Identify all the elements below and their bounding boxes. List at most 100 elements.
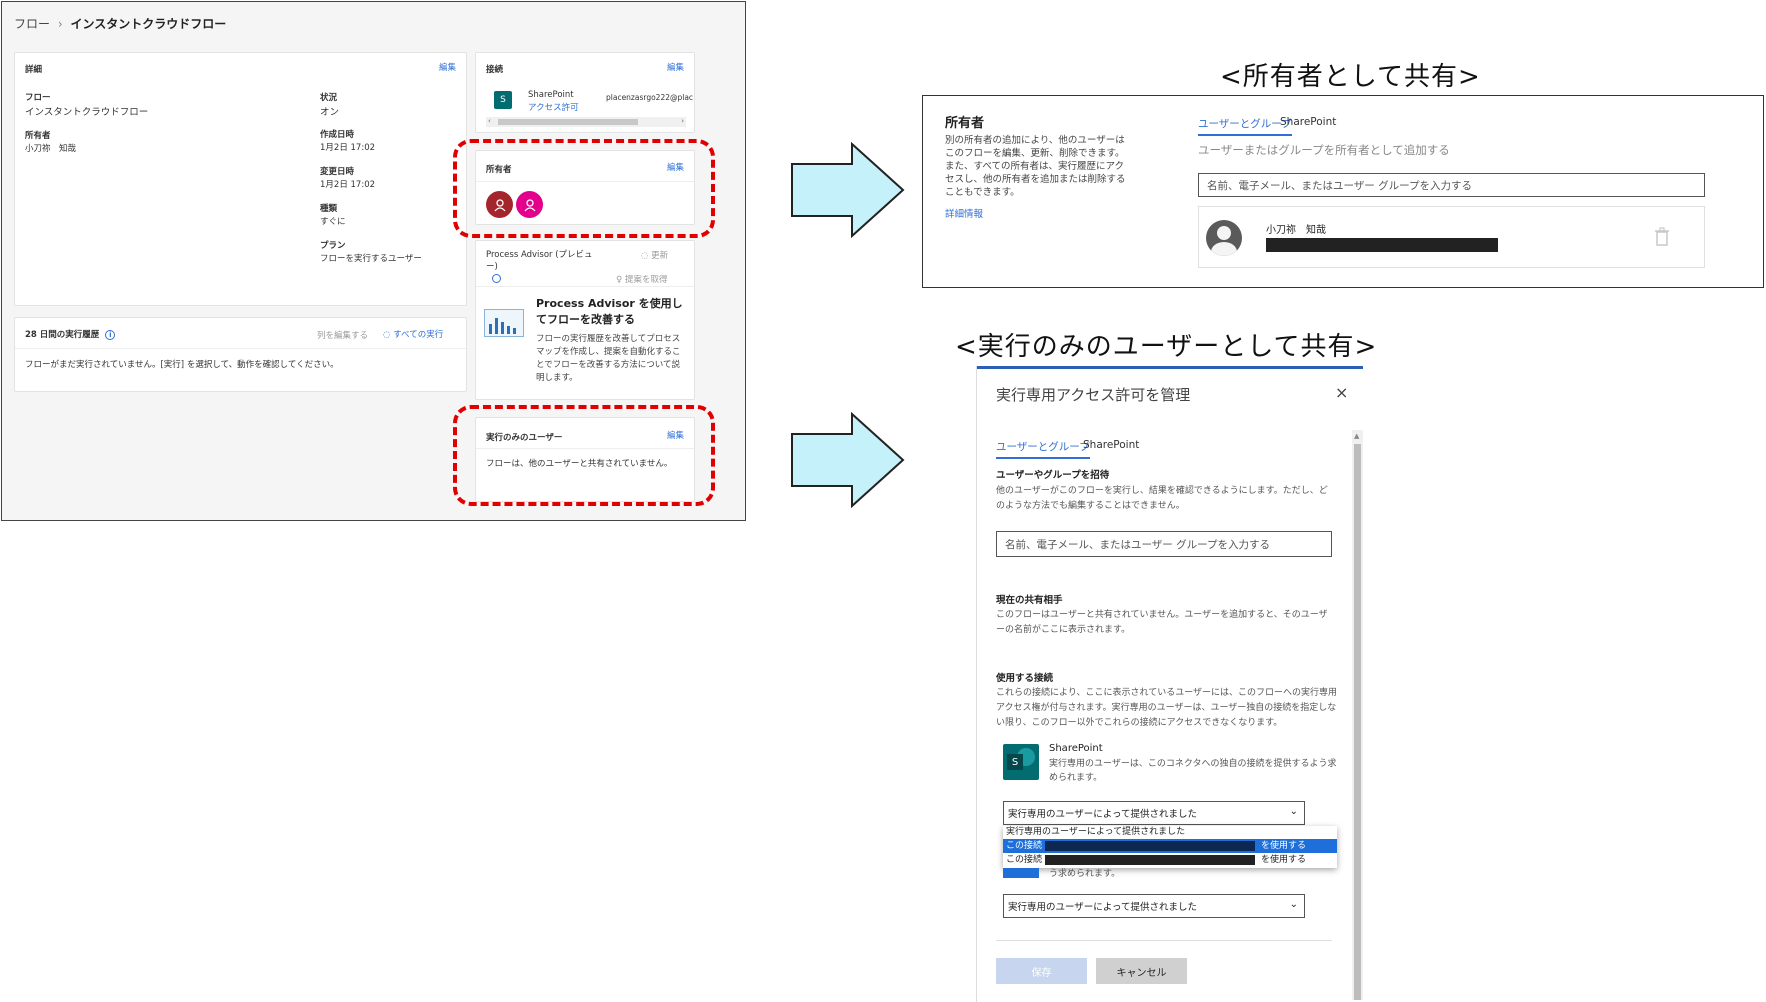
run-history-card: 28 日間の実行履歴 i 列を編集する ◌ すべての実行 フローがまだ実行されて… [14,317,467,392]
permission-link[interactable]: アクセス許可 [528,101,579,113]
type-value: すぐに [320,217,346,227]
connections-title: 接続 [486,65,504,75]
close-icon[interactable]: × [1335,383,1348,402]
sharepoint-icon: S [494,91,512,109]
info-icon: i [105,330,116,340]
panel-title: 実行専用アクセス許可を管理 [996,386,1191,404]
shared-title: 現在の共有相手 [996,595,1063,606]
process-advisor-title: Process Advisor (プレビュー) [486,250,593,272]
connections-card: 接続 編集 S SharePoint アクセス許可 placenzasrgo22… [475,52,695,133]
promo-body: フローの実行履歴を改善してプロセス マップを作成し、提案を自動化することでフロー… [536,334,681,383]
details-title: 詳細 [25,65,43,75]
redacted-account [1045,841,1255,851]
owner-user-row: 小刀祢 知哉 [1198,206,1705,268]
invite-title: ユーザーやグループを招待 [996,470,1110,481]
created-value: 1月2日 17:02 [320,143,376,153]
connections-edit-link[interactable]: 編集 [667,61,684,73]
run-only-highlight [453,405,715,506]
breadcrumb: フロー › インスタントクラウドフロー [14,15,226,32]
dropdown-option-this-connection[interactable]: この接続 ( を使用する [1003,853,1337,867]
redacted-account [1045,855,1255,865]
invite-description: 他のユーザーがこのフローを実行し、結果を確認できるようにします。ただし、どのよう… [996,486,1328,511]
breadcrumb-current: インスタントクラウドフロー [70,17,227,31]
owner-add-hint: ユーザーまたはグループを所有者として追加する [1198,143,1450,157]
scroll-right-icon[interactable]: › [681,117,684,125]
all-runs-link[interactable]: ◌ すべての実行 [383,328,443,340]
panel-top-accent [977,366,1363,369]
owner-panel-title: 所有者 [945,116,985,131]
process-advisor-card: Process Advisor (プレビュー) ◌ 更新 ♀ 提案を取得 Pro… [475,240,695,400]
vertical-scrollbar[interactable]: ▲ [1352,430,1363,1000]
flow-label: フロー [25,93,51,103]
dropdown-option-this-connection-selected[interactable]: この接続 ( を使用する [1003,839,1337,853]
chevron-down-icon: ⌄ [1289,806,1298,817]
tab-users-and-groups[interactable]: ユーザーとグループ [996,439,1090,459]
breadcrumb-root[interactable]: フロー [14,17,50,31]
sharepoint-description: 実行専用のユーザーは、このコネクタへの独自の接続を提供するよう求められます。 [1049,759,1337,783]
owner-user-name: 小刀祢 知哉 [1266,225,1326,236]
connection-select-2[interactable]: 実行専用のユーザーによって提供されました ⌄ [1003,894,1305,918]
avatar [1206,220,1242,256]
process-map-illustration [484,309,524,337]
dropdown-option-user-provided[interactable]: 実行専用のユーザーによって提供されました [1003,826,1337,839]
scrollbar-thumb[interactable] [498,119,638,125]
divider [476,286,694,287]
hidden-description-tail: う求められます。 [1049,869,1121,879]
runonly-search-input[interactable]: 名前、電子メール、またはユーザー グループを入力する [996,531,1332,557]
owner-label: 所有者 [25,131,51,141]
trash-icon[interactable] [1654,227,1670,247]
owner-panel: 所有者 別の所有者の追加により、他のユーザーはこのフローを編集、更新、削除できま… [922,95,1764,288]
status-label: 状況 [320,93,338,103]
connection-dropdown-list: 実行専用のユーザーによって提供されました この接続 ( を使用する この接続 (… [1003,826,1337,868]
divider [15,348,466,349]
sharepoint-name: SharePoint [1049,743,1103,754]
scroll-left-icon[interactable]: ‹ [488,117,491,125]
connection-service: SharePoint [528,90,574,100]
connection-account: placenzasrgo222@plac [606,93,694,102]
tab-users-and-groups[interactable]: ユーザーとグループ [1198,116,1292,136]
arrow-right-icon [791,412,905,508]
history-title: 28 日間の実行履歴 i [25,328,116,340]
type-label: 種類 [320,204,338,214]
owner-section-heading: <所有者として共有> [1220,62,1481,92]
divider [996,940,1332,941]
scrollbar-thumb[interactable] [1354,444,1361,1000]
details-edit-link[interactable]: 編集 [439,61,456,73]
redacted-email [1266,238,1498,252]
status-value: オン [320,107,340,118]
refresh-icon: ◌ [383,330,391,340]
refresh-button[interactable]: ◌ 更新 [641,249,668,261]
horizontal-scrollbar[interactable]: ‹ › [486,117,686,127]
save-button[interactable]: 保存 [996,958,1087,984]
runonly-section-heading: <実行のみのユーザーとして共有> [955,332,1378,362]
details-card: 詳細 編集 フロー インスタントクラウドフロー 所有者 小刀祢 知哉 状況 オン… [14,52,467,306]
plan-label: プラン [320,241,346,251]
flow-value: インスタントクラウドフロー [25,107,149,118]
modified-label: 変更日時 [320,167,355,177]
sharepoint-icon: S [1003,744,1039,780]
owners-highlight [453,139,715,238]
connections-title: 使用する接続 [996,673,1054,684]
breadcrumb-separator-icon: › [57,17,63,31]
runonly-panel: 実行専用アクセス許可を管理 × ▲ ユーザーとグループ SharePoint ユ… [976,366,1363,1002]
scroll-up-icon[interactable]: ▲ [1354,432,1359,440]
second-connector-icon-partial [1003,868,1039,878]
arrow-right-icon [791,142,905,238]
plan-value: フローを実行するユーザー [320,254,422,264]
edit-columns-link[interactable]: 列を編集する [317,329,368,341]
more-info-link[interactable]: 詳細情報 [945,206,983,220]
tab-sharepoint[interactable]: SharePoint [1280,116,1336,128]
owner-panel-description: 別の所有者の追加により、他のユーザーはこのフローを編集、更新、削除できます。また… [945,135,1126,198]
connection-select-1[interactable]: 実行専用のユーザーによって提供されました ⌄ [1003,801,1305,825]
owner-search-input[interactable]: 名前、電子メール、またはユーザー グループを入力する [1198,173,1705,197]
history-empty-message: フローがまだ実行されていません。[実行] を選択して、動作を確認してください。 [25,360,339,370]
created-label: 作成日時 [320,130,355,140]
get-suggestions-button[interactable]: ♀ 提案を取得 [616,273,667,285]
tab-sharepoint[interactable]: SharePoint [1083,439,1139,451]
promo-title: Process Advisor を使用してフローを改善する [536,297,683,326]
modified-value: 1月2日 17:02 [320,180,376,190]
chevron-down-icon: ⌄ [1289,899,1298,910]
connections-description: これらの接続により、ここに表示されているユーザーには、このフローへの実行専用アク… [996,688,1338,728]
owner-value: 小刀祢 知哉 [25,144,77,154]
cancel-button[interactable]: キャンセル [1096,958,1187,984]
